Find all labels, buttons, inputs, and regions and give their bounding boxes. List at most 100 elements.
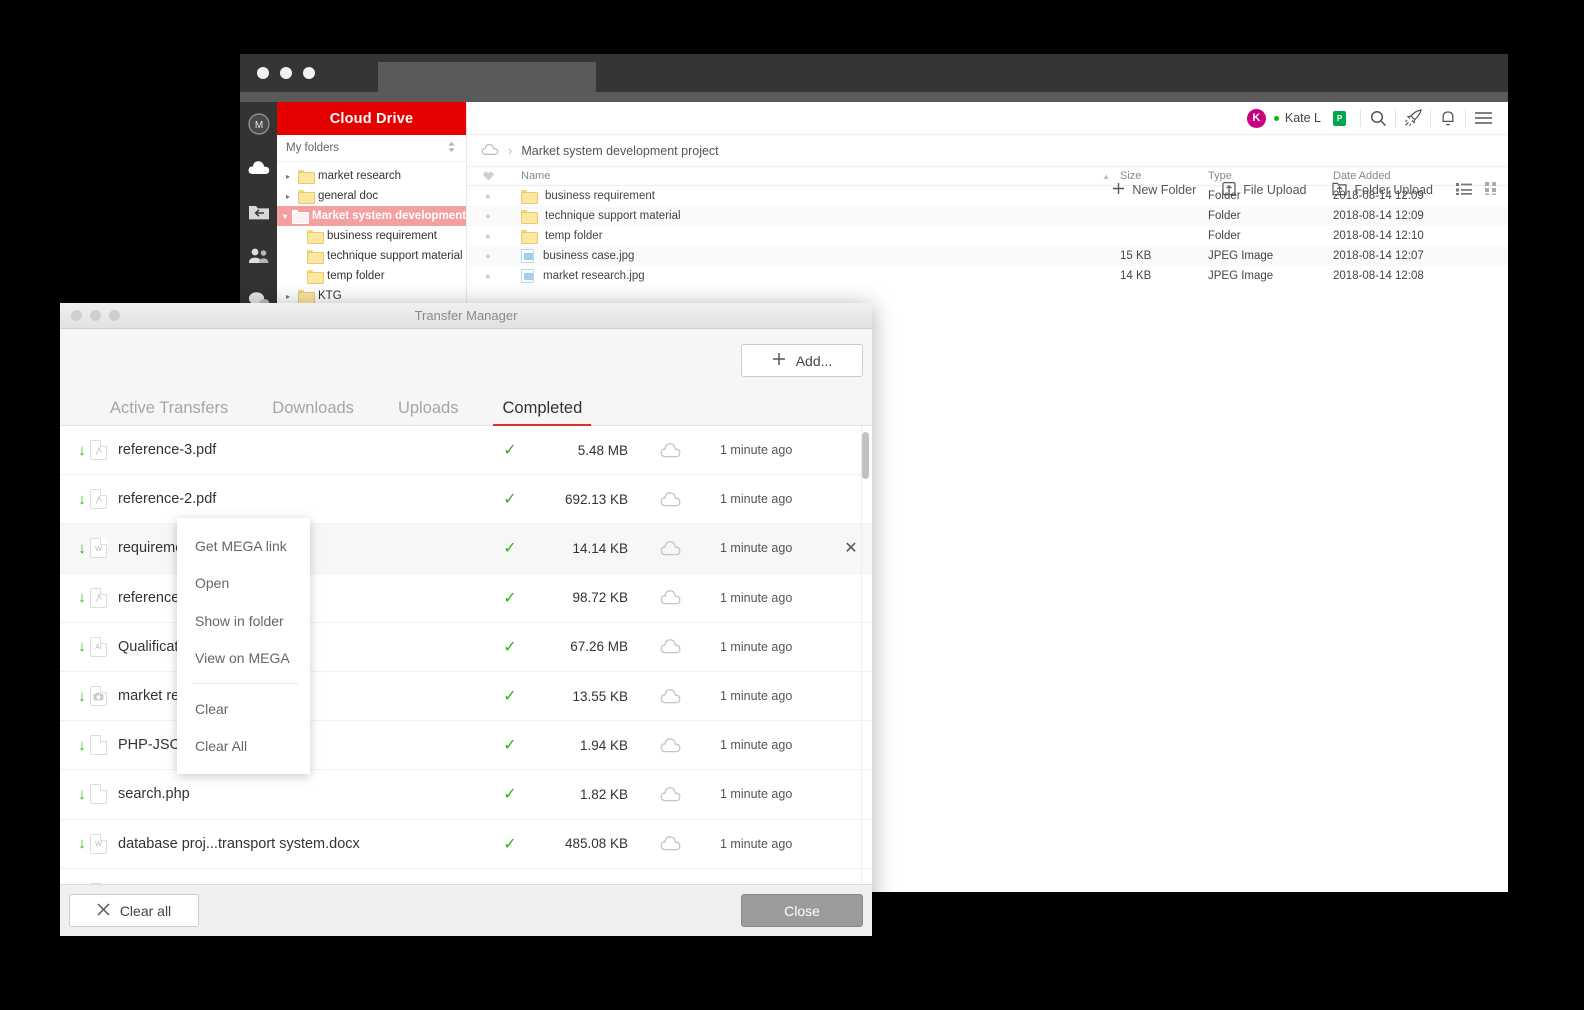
context-menu-item[interactable]: Get MEGA link <box>177 527 310 565</box>
folder-tree-item[interactable]: business requirement <box>277 226 466 246</box>
folder-tree-label: temp folder <box>327 270 385 282</box>
row-favourite-dot[interactable]: ● <box>467 211 509 221</box>
transfer-manager-footer: Clear all Close <box>60 884 872 936</box>
transfer-list-scrollbar-track[interactable] <box>861 426 869 884</box>
table-row[interactable]: ●temp folderFolder2018-08-14 12:10 <box>467 226 1508 246</box>
cloud-icon[interactable] <box>628 835 712 852</box>
context-menu-item[interactable]: Clear <box>177 690 310 728</box>
folder-tree-item[interactable]: ▸market research <box>277 166 466 186</box>
file-upload-button[interactable]: File Upload <box>1209 177 1319 203</box>
add-button-label: Add... <box>796 353 833 369</box>
hamburger-menu-icon[interactable] <box>1466 102 1500 135</box>
breadcrumb-path[interactable]: Market system development project <box>521 144 718 158</box>
tab-downloads[interactable]: Downloads <box>250 399 376 425</box>
breadcrumb: › Market system development project <box>467 135 1508 166</box>
close-button[interactable]: Close <box>741 894 863 927</box>
context-menu-item[interactable]: View on MEGA <box>177 640 310 678</box>
rocket-icon[interactable] <box>1396 102 1430 135</box>
transfer-row[interactable]: ↓search.php✓1.82 KB1 minute ago <box>60 770 872 819</box>
folder-icon <box>307 250 322 262</box>
clear-all-button[interactable]: Clear all <box>69 894 199 927</box>
contacts-icon[interactable] <box>247 244 271 268</box>
folder-tree-label: general doc <box>318 190 378 202</box>
context-menu-item[interactable]: Show in folder <box>177 602 310 640</box>
browser-tab[interactable] <box>378 62 596 92</box>
tree-caret-icon[interactable]: ▸ <box>283 192 293 201</box>
table-row[interactable]: ●technique support materialFolder2018-08… <box>467 206 1508 226</box>
tree-caret-icon[interactable]: ▸ <box>283 292 293 301</box>
image-file-icon <box>521 249 534 263</box>
row-favourite-dot[interactable]: ● <box>467 271 509 281</box>
folder-icon <box>292 210 307 222</box>
row-favourite-dot[interactable]: ● <box>467 191 509 201</box>
transfer-file-name: database proj...transport system.docx <box>118 836 484 852</box>
context-menu-item[interactable]: Clear All <box>177 728 310 766</box>
cloud-drive-icon[interactable] <box>247 156 271 180</box>
add-transfer-button[interactable]: Add... <box>741 344 863 377</box>
name-column-header[interactable]: Name ▲ <box>509 170 1120 182</box>
folder-icon <box>298 290 313 302</box>
new-folder-button[interactable]: New Folder <box>1099 177 1209 203</box>
favourite-column-header[interactable] <box>467 171 509 181</box>
cloud-icon[interactable] <box>628 589 712 606</box>
tab-uploads[interactable]: Uploads <box>376 399 481 425</box>
browser-titlebar <box>240 54 1508 92</box>
cloud-icon[interactable] <box>481 143 499 159</box>
tab-active-transfers[interactable]: Active Transfers <box>88 399 250 425</box>
table-row[interactable]: ●business case.jpg15 KBJPEG Image2018-08… <box>467 246 1508 266</box>
mega-logo-icon[interactable]: M <box>247 112 271 136</box>
search-icon[interactable] <box>1361 102 1395 135</box>
cloud-icon[interactable] <box>628 491 712 508</box>
notifications-bell-icon[interactable] <box>1431 102 1465 135</box>
context-menu-item[interactable]: Open <box>177 565 310 603</box>
tree-caret-icon[interactable]: ▾ <box>283 212 287 221</box>
folder-tree-item[interactable]: ▸ general doc <box>277 186 466 206</box>
transfer-manager-titlebar: Transfer Manager <box>60 303 872 329</box>
row-date-cell: 2018-08-14 12:09 <box>1333 210 1508 222</box>
transfer-row[interactable]: ↓reference-2.pdf✓692.13 KB1 minute ago <box>60 475 872 524</box>
transfer-list-scrollbar-thumb[interactable] <box>862 432 869 479</box>
folder-tree-item[interactable]: ▾Market system development pr... <box>277 206 466 226</box>
file-type-icon: Ai <box>90 637 107 657</box>
transfer-time: 1 minute ago <box>712 787 830 801</box>
folder-tree-item[interactable]: temp folder <box>277 266 466 286</box>
folder-icon <box>521 230 536 242</box>
transfer-complete-checkmark-icon: ✓ <box>484 883 536 884</box>
cloud-icon[interactable] <box>628 737 712 754</box>
folder-icon <box>521 210 536 222</box>
transfer-row[interactable]: ↓reference-3.pdf✓5.48 MB1 minute ago <box>60 426 872 475</box>
maximize-window-button[interactable] <box>303 67 315 79</box>
transfer-complete-checkmark-icon: ✓ <box>484 588 536 608</box>
row-name-cell: market research.jpg <box>509 269 1120 283</box>
context-menu-divider <box>193 683 298 684</box>
my-folders-label: My folders <box>286 142 339 154</box>
transfer-row[interactable]: ↓business case.pdf✓1.69 MB1 minute ago <box>60 869 872 884</box>
cloud-icon[interactable] <box>628 540 712 557</box>
avatar[interactable]: K <box>1247 109 1266 128</box>
transfer-size: 692.13 KB <box>536 492 628 507</box>
row-favourite-dot[interactable]: ● <box>467 251 509 261</box>
file-type-icon <box>90 784 107 804</box>
folder-upload-button[interactable]: Folder Upload <box>1319 177 1446 203</box>
row-favourite-dot[interactable]: ● <box>467 231 509 241</box>
online-status-dot <box>1274 116 1279 121</box>
clear-all-label: Clear all <box>120 903 171 919</box>
folder-tree-item[interactable]: technique support material <box>277 246 466 266</box>
minimize-window-button[interactable] <box>280 67 292 79</box>
my-folders-row[interactable]: My folders <box>277 135 466 162</box>
transfer-row[interactable]: ↓Wdatabase proj...transport system.docx✓… <box>60 820 872 869</box>
cloud-icon[interactable] <box>628 442 712 459</box>
window-traffic-lights[interactable] <box>240 54 315 79</box>
sort-updown-icon[interactable] <box>447 141 456 156</box>
transfer-size: 485.08 KB <box>536 836 628 851</box>
list-view-icon[interactable] <box>1456 182 1472 198</box>
close-window-button[interactable] <box>257 67 269 79</box>
grid-view-icon[interactable] <box>1485 182 1498 198</box>
cloud-icon[interactable] <box>628 638 712 655</box>
tree-caret-icon[interactable]: ▸ <box>283 172 293 181</box>
cloud-icon[interactable] <box>628 786 712 803</box>
tab-completed[interactable]: Completed <box>480 399 604 425</box>
incoming-shares-icon[interactable] <box>247 200 271 224</box>
table-row[interactable]: ●market research.jpg14 KBJPEG Image2018-… <box>467 266 1508 286</box>
cloud-icon[interactable] <box>628 688 712 705</box>
